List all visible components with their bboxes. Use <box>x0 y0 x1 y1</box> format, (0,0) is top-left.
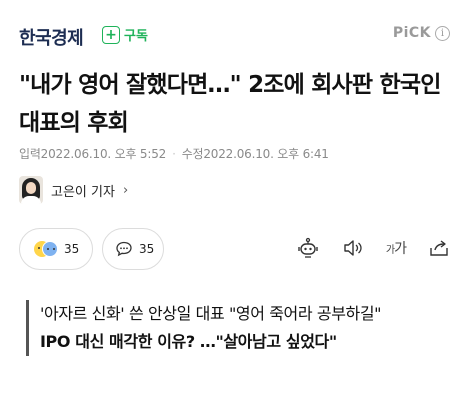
subhead-1: '아자르 신화' 쓴 안상일 대표 "영어 죽어라 공부하길" <box>40 304 382 323</box>
subscribe-button[interactable]: + 구독 <box>102 25 148 44</box>
plus-icon: + <box>102 25 120 44</box>
reporter-avatar <box>19 176 43 204</box>
chevron-right-icon: › <box>122 182 129 198</box>
reporter-link[interactable]: 고은이 기자 › <box>19 176 128 204</box>
comments-button[interactable]: 35 <box>102 228 164 270</box>
article-tools: 가가 <box>296 236 450 260</box>
article-dates: 입력2022.06.10. 오후 5:52 · 수정2022.06.10. 오후… <box>19 145 329 162</box>
reporter-name: 고은이 기자 <box>51 184 115 200</box>
article-subheads: '아자르 신화' 쓴 안상일 대표 "영어 죽어라 공부하길" IPO 대신 매… <box>26 300 436 356</box>
pick-label: PiCK <box>392 25 431 41</box>
modified-date: 수정2022.06.10. 오후 6:41 <box>181 147 329 161</box>
top-bar: 한국경제 + 구독 PiCK i <box>0 0 470 64</box>
date-separator: · <box>172 146 176 161</box>
subhead-2: IPO 대신 매각한 이유? …"살아남고 싶었다" <box>40 332 337 351</box>
speaker-icon[interactable] <box>342 238 364 258</box>
comment-bubble-icon <box>115 240 133 258</box>
publisher-logo[interactable]: 한국경제 <box>19 24 84 50</box>
ai-summary-robot-icon[interactable] <box>296 236 320 260</box>
reactions-button[interactable]: 35 <box>19 228 93 270</box>
reactions-count: 35 <box>64 242 80 256</box>
font-size-icon[interactable]: 가가 <box>386 238 407 258</box>
article-actions: 35 35 가가 <box>0 228 470 272</box>
share-icon[interactable] <box>428 238 450 258</box>
info-icon[interactable]: i <box>435 25 450 41</box>
reaction-emoji-icon <box>32 241 58 257</box>
published-date: 입력2022.06.10. 오후 5:52 <box>19 147 167 161</box>
article-headline: "내가 영어 잘했다면…" 2조에 회사판 한국인 대표의 후회 <box>19 72 441 136</box>
pick-badge[interactable]: PiCK i <box>393 25 450 41</box>
subscribe-label: 구독 <box>124 29 148 44</box>
comments-count: 35 <box>139 242 155 256</box>
